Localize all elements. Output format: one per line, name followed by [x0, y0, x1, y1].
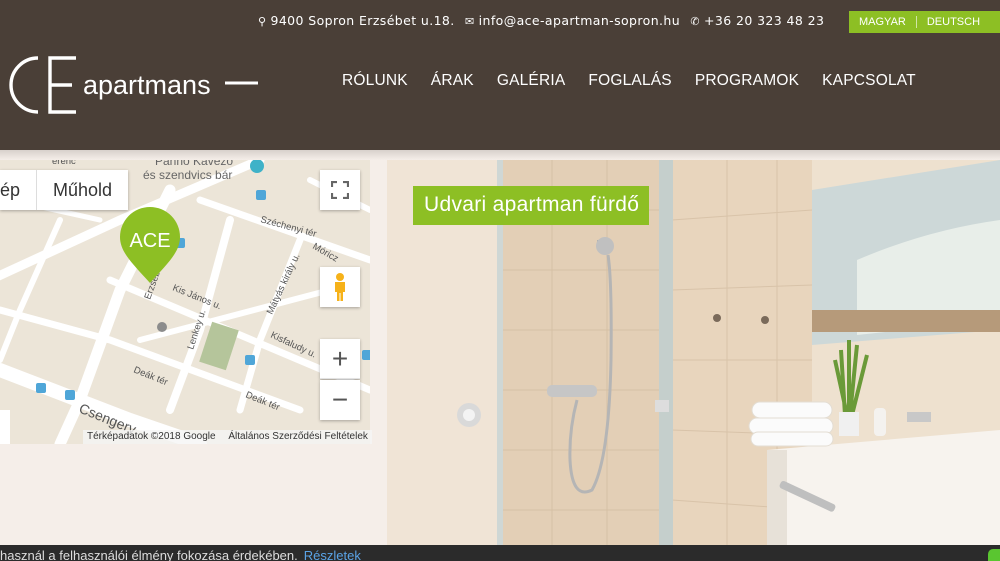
cookie-banner: használ a felhasználói élmény fokozása é…	[0, 545, 1000, 561]
main-nav: RÓLUNK ÁRAK GALÉRIA FOGLALÁS PROGRAMOK K…	[342, 72, 939, 90]
phone-link[interactable]: +36 20 323 48 23	[704, 13, 824, 28]
pegman-icon	[335, 273, 345, 301]
envelope-icon: ✉	[465, 15, 475, 28]
map-marker-icon: ⚲	[258, 15, 267, 28]
map-label-poi: Panno Kávézó	[155, 160, 233, 168]
logo-text: apartmans	[83, 70, 211, 100]
email-link[interactable]: info@ace-apartman-sopron.hu	[479, 13, 680, 28]
photo-caption: Udvari apartman fürdő	[413, 186, 650, 225]
nav-programok[interactable]: PROGRAMOK	[695, 72, 799, 90]
contact-bar: ⚲ 9400 Sopron Erzsébet u.18. ✉ info@ace-ap…	[258, 13, 824, 28]
nav-rolunk[interactable]: RÓLUNK	[342, 72, 408, 90]
fullscreen-button[interactable]	[320, 170, 360, 210]
map-type-map[interactable]: ép	[0, 170, 38, 210]
zoom-out-button[interactable]: −	[320, 380, 360, 420]
map-terms-link[interactable]: Általános Szerződési Feltételek	[228, 431, 368, 442]
lang-magyar[interactable]: MAGYAR	[849, 16, 917, 28]
phone-icon: ✆	[690, 15, 701, 28]
language-switcher: MAGYAR DEUTSCH	[849, 11, 1000, 33]
address-text: 9400 Sopron Erzsébet u.18.	[270, 13, 455, 28]
cookie-accept-button[interactable]	[988, 549, 1000, 561]
nav-kapcsolat[interactable]: KAPCSOLAT	[822, 72, 916, 90]
lang-deutsch[interactable]: DEUTSCH	[917, 16, 990, 28]
header-shadow	[0, 150, 1000, 160]
marker-label: ACE	[129, 230, 170, 252]
map-type-control: ép Műhold	[0, 170, 129, 210]
map-label-ferenc: erenc	[52, 160, 76, 167]
map-attribution: Térképadatok ©2018 Google Általános Szer…	[83, 430, 372, 444]
zoom-in-button[interactable]: +	[320, 339, 360, 379]
pegman-button[interactable]	[320, 267, 360, 307]
fullscreen-icon	[331, 181, 349, 199]
map-data-credit: Térképadatok ©2018 Google	[87, 431, 216, 442]
map-label-poi2: és szendvics bár	[143, 168, 232, 182]
nav-foglalas[interactable]: FOGLALÁS	[588, 72, 671, 90]
site-logo[interactable]: apartmans	[0, 50, 260, 120]
map-type-satellite[interactable]: Műhold	[37, 170, 128, 210]
nav-arak[interactable]: ÁRAK	[431, 72, 474, 90]
cookie-details-link[interactable]: Részletek	[304, 548, 361, 561]
cookie-text: használ a felhasználói élmény fokozása é…	[0, 548, 298, 561]
nav-galeria[interactable]: GALÉRIA	[497, 72, 566, 90]
site-header: ⚲ 9400 Sopron Erzsébet u.18. ✉ info@ace-ap…	[0, 0, 1000, 150]
